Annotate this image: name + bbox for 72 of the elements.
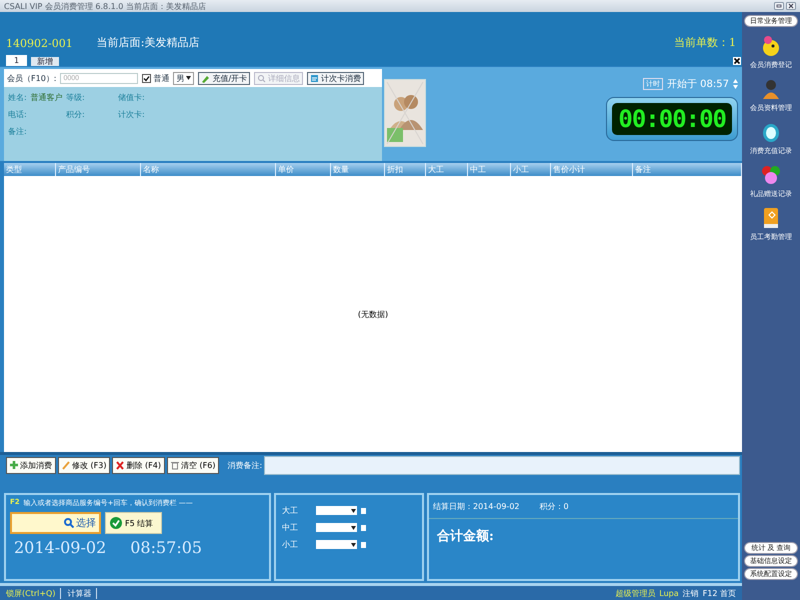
settle-date: 结算日期：2014-09-02 [433,501,520,512]
tab[interactable]: 1 [6,55,28,66]
status-link[interactable]: 锁屏(Ctrl+Q) [6,588,62,598]
points: 积分：0 [540,501,569,512]
card-icon [310,74,320,82]
user-role: 超级管理员 [615,588,656,598]
check-icon [143,74,150,82]
check-icon [110,517,122,529]
worker-select[interactable] [316,540,357,549]
order-number: 140902-001 [6,37,73,50]
pencil-icon [201,74,210,82]
search-icon [64,518,74,528]
balls-icon [760,164,782,186]
action-button[interactable]: 删除 (F4) [112,457,165,474]
close-icon[interactable] [733,57,741,65]
start-time: 开始于 08:57 [667,78,729,91]
action-button[interactable]: 修改 (F3) [58,457,110,474]
member-button[interactable]: 充值/开卡 [198,72,250,84]
status-link[interactable]: F12 首页 [702,588,736,598]
caret-icon [351,526,356,530]
action-button[interactable]: 添加消费 [6,457,56,474]
worker-checkbox[interactable] [361,542,366,548]
worker-label: 大工 [282,505,299,516]
elapsed-time: 00:00:00 [612,103,732,135]
caret-icon [351,542,356,546]
note-label: 消费备注: [227,460,262,471]
note-field[interactable] [264,456,740,475]
plus-icon [10,461,18,470]
current-date: 2014-09-02 [14,538,106,557]
status-link[interactable]: 计算器 [67,588,98,598]
restore-icon[interactable] [774,2,784,10]
order-count: 当前单数：1 [674,35,736,50]
coin-icon [760,121,782,143]
trash-icon [170,461,179,470]
empty-message: (无数据) [358,308,388,320]
field-label: 计次卡: [118,109,145,120]
worker-label: 中工 [282,522,299,533]
field-label: 储值卡: [118,92,145,103]
spinner-icon[interactable] [733,79,738,89]
member-label: 会员（F10）: [7,72,56,84]
field-label: 备注: [8,126,27,137]
field-label: 电话: [8,109,27,120]
checkout-button[interactable]: F5 结算 [105,512,162,534]
window-title: CSALI VIP 会员消费管理 6.8.1.0 当前店面：美发精品店 [4,0,206,12]
tab[interactable]: 新增 [31,57,60,66]
caret-icon [186,76,192,80]
field-label: 姓名: [8,92,27,103]
field-label: 等级: [66,92,85,103]
magnifier-icon [257,74,266,82]
field-label: 积分: [66,109,85,120]
total-label: 合计金额: [436,528,495,546]
member-button[interactable]: 计次卡消费 [307,72,364,84]
user-name: Lupa [659,588,679,598]
gender-select[interactable]: 男 [173,72,194,84]
worker-select[interactable] [316,523,357,532]
pencil-icon [62,461,70,470]
worker-checkbox[interactable] [361,524,366,530]
action-button[interactable]: 清空 (F6) [166,457,220,474]
close-icon[interactable] [786,2,796,10]
store-name: 当前店面:美发精品店 [96,35,200,50]
caret-icon [351,508,356,512]
cross-icon [116,461,124,470]
field-value: 普通客户 [30,92,63,103]
select-button[interactable]: 选择 [10,512,101,534]
status-link[interactable]: 注销 [682,588,699,598]
normal-checkbox[interactable]: 普通 [142,72,170,84]
person-icon [760,78,782,100]
current-time: 08:57:05 [130,538,202,557]
worker-select[interactable] [316,506,357,515]
worker-label: 小工 [282,539,299,550]
ball-icon [760,35,782,57]
worker-checkbox[interactable] [361,508,366,514]
